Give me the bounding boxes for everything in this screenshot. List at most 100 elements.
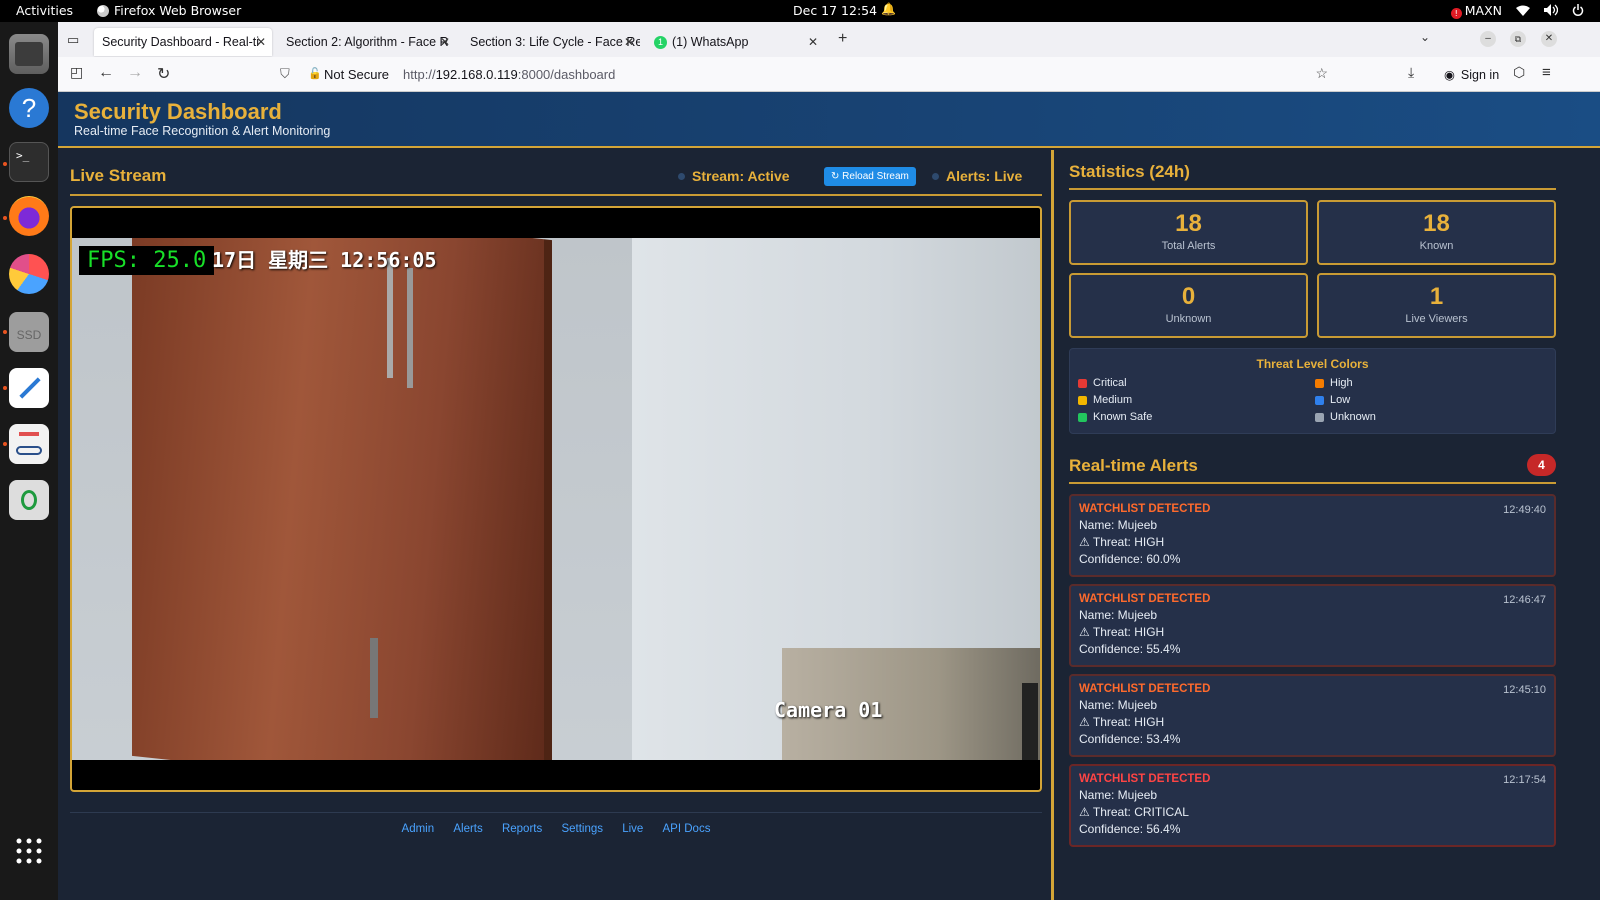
stat-card-live-viewers: 1 Live Viewers [1317, 273, 1556, 338]
text-editor-icon[interactable] [9, 368, 49, 408]
close-tab-icon[interactable]: ✕ [440, 35, 450, 49]
legend-item-known-safe: Known Safe [1078, 411, 1152, 423]
sign-in-button[interactable]: ◉ Sign in [1436, 61, 1507, 88]
power-mode-indicator[interactable]: ! MAXN [1450, 3, 1502, 19]
page-title: Security Dashboard [74, 99, 282, 124]
downloads-icon[interactable]: ⤓ [1408, 64, 1414, 81]
system-tray[interactable]: ! MAXN [1450, 3, 1584, 19]
close-tab-icon[interactable]: ✕ [256, 35, 266, 49]
url-text: http://192.168.0.119:8000/dashboard [403, 67, 615, 82]
alert-count-badge: 4 [1527, 454, 1556, 476]
alerts-title: Real-time Alerts [1069, 456, 1556, 484]
tab-whatsapp[interactable]: 1 (1) WhatsApp ✕ [646, 28, 824, 56]
activities-button[interactable]: Activities [16, 3, 73, 18]
stat-value: 18 [1423, 210, 1450, 237]
new-tab-icon[interactable]: + [838, 30, 847, 48]
forward-icon[interactable]: → [127, 64, 143, 82]
close-tab-icon[interactable]: ✕ [808, 35, 818, 49]
door-latch [370, 638, 378, 718]
recycle-bin-icon[interactable] [9, 480, 49, 520]
alert-time: 12:45:10 [1503, 684, 1546, 696]
notification-bell-icon[interactable]: 🔔 [881, 2, 896, 16]
extensions-icon[interactable]: ⬡ [1513, 64, 1525, 81]
door [132, 238, 552, 760]
alert-threat: ⚠ Threat: HIGH [1079, 625, 1165, 639]
terminal-icon[interactable]: >_ [9, 142, 49, 182]
video-feed[interactable]: FPS: 25.0 17日 星期三 12:56:05 Camera 01 [70, 206, 1042, 792]
app-menu[interactable]: Firefox Web Browser [97, 3, 241, 18]
tab-section-3[interactable]: Section 3: Life Cycle - Face Re ✕ [462, 28, 640, 56]
footer-link-admin[interactable]: Admin [402, 823, 435, 835]
bookmark-star-icon[interactable]: ☆ [1315, 65, 1328, 82]
firefox-view-icon[interactable]: ▭ [67, 32, 79, 48]
fps-overlay: FPS: 25.0 [79, 246, 215, 275]
ssd-label: SSD [16, 328, 42, 342]
back-icon[interactable]: ← [98, 64, 114, 82]
stat-value: 0 [1181, 283, 1196, 310]
legend-item-high: High [1315, 377, 1353, 389]
close-tab-icon[interactable]: ✕ [624, 35, 634, 49]
tab-label: Security Dashboard - Real-ti [102, 35, 260, 49]
clock[interactable]: Dec 17 12:54 [793, 3, 877, 18]
alert-card[interactable]: WATCHLIST DETECTED 12:45:10 Name: Mujeeb… [1069, 674, 1556, 757]
url-bar[interactable]: ⛉ 🔓 Not Secure http://192.168.0.119:8000… [280, 61, 1328, 88]
footer-link-alerts[interactable]: Alerts [453, 823, 482, 835]
url-path: :8000/dashboard [517, 67, 616, 82]
alert-card[interactable]: WATCHLIST DETECTED 12:46:47 Name: Mujeeb… [1069, 584, 1556, 667]
restore-icon[interactable]: ⧉ [1510, 31, 1526, 47]
tab-section-2[interactable]: Section 2: Algorithm - Face R ✕ [278, 28, 456, 56]
firefox-icon[interactable] [9, 196, 49, 236]
files-icon[interactable] [9, 34, 49, 74]
tab-label: (1) WhatsApp [672, 35, 749, 49]
alert-type: WATCHLIST DETECTED [1079, 503, 1211, 515]
dashboard-page: Security Dashboard Real-time Face Recogn… [58, 92, 1600, 900]
sidebar-toggle-icon[interactable]: ◰ [70, 64, 83, 81]
stream-status-label: Stream: Active [692, 168, 790, 184]
app-grid-icon[interactable] [16, 838, 42, 864]
ssd-icon[interactable]: SSD [9, 312, 49, 352]
alert-card[interactable]: WATCHLIST DETECTED 12:49:40 Name: Mujeeb… [1069, 494, 1556, 577]
monitor-icon[interactable] [9, 254, 49, 294]
security-label: Not Secure [324, 67, 390, 82]
camera-label: Camera 01 [774, 698, 883, 722]
footer-link-settings[interactable]: Settings [561, 823, 603, 835]
door-handle [387, 258, 393, 378]
alert-name: Name: Mujeeb [1079, 518, 1158, 532]
firefox-icon [97, 4, 109, 17]
footer-link-reports[interactable]: Reports [502, 823, 542, 835]
alert-threat: ⚠ Threat: HIGH [1079, 715, 1165, 729]
wifi-icon [1516, 4, 1530, 19]
reload-stream-button[interactable]: ↻ Reload Stream [824, 167, 916, 186]
stream-status: Stream: Active [678, 168, 790, 184]
legend-item-critical: Critical [1078, 377, 1127, 389]
swatch [1078, 395, 1087, 405]
legend-label: High [1330, 377, 1353, 389]
list-tabs-icon[interactable]: ⌄ [1420, 30, 1430, 44]
close-window-icon[interactable]: ✕ [1541, 31, 1557, 47]
status-dot-icon [678, 172, 685, 180]
document-viewer-icon[interactable] [9, 424, 49, 464]
alert-time: 12:49:40 [1503, 504, 1546, 516]
alerts-title-label: Real-time Alerts [1069, 456, 1198, 475]
swatch [1315, 412, 1324, 422]
swatch [1315, 378, 1324, 388]
stat-label: Total Alerts [1161, 240, 1216, 252]
tab-label: Section 2: Algorithm - Face R [286, 35, 449, 49]
shield-icon[interactable]: ⛉ [280, 66, 290, 82]
alert-card[interactable]: WATCHLIST DETECTED 12:17:54 Name: Mujeeb… [1069, 764, 1556, 847]
insecure-lock-icon[interactable]: 🔓 [308, 67, 322, 80]
stream-title: Live Stream [70, 166, 167, 185]
legend-item-low: Low [1315, 394, 1350, 406]
side-panel: Statistics (24h) 18 Total Alerts 18 Known … [1057, 150, 1600, 900]
ubuntu-dock: ? >_ SSD [0, 22, 58, 900]
reload-icon[interactable]: ↻ [157, 64, 170, 84]
footer-link-api-docs[interactable]: API Docs [663, 823, 711, 835]
footer-link-live[interactable]: Live [622, 823, 643, 835]
alert-threat: ⚠ Threat: CRITICAL [1079, 805, 1189, 819]
tab-label: Section 3: Life Cycle - Face Re [470, 35, 640, 49]
menu-icon[interactable]: ≡ [1542, 64, 1551, 81]
tab-security-dashboard[interactable]: Security Dashboard - Real-ti ✕ [94, 28, 272, 56]
alert-confidence: Confidence: 60.0% [1079, 552, 1181, 566]
minimize-icon[interactable]: – [1480, 31, 1496, 47]
help-icon[interactable]: ? [9, 88, 49, 128]
